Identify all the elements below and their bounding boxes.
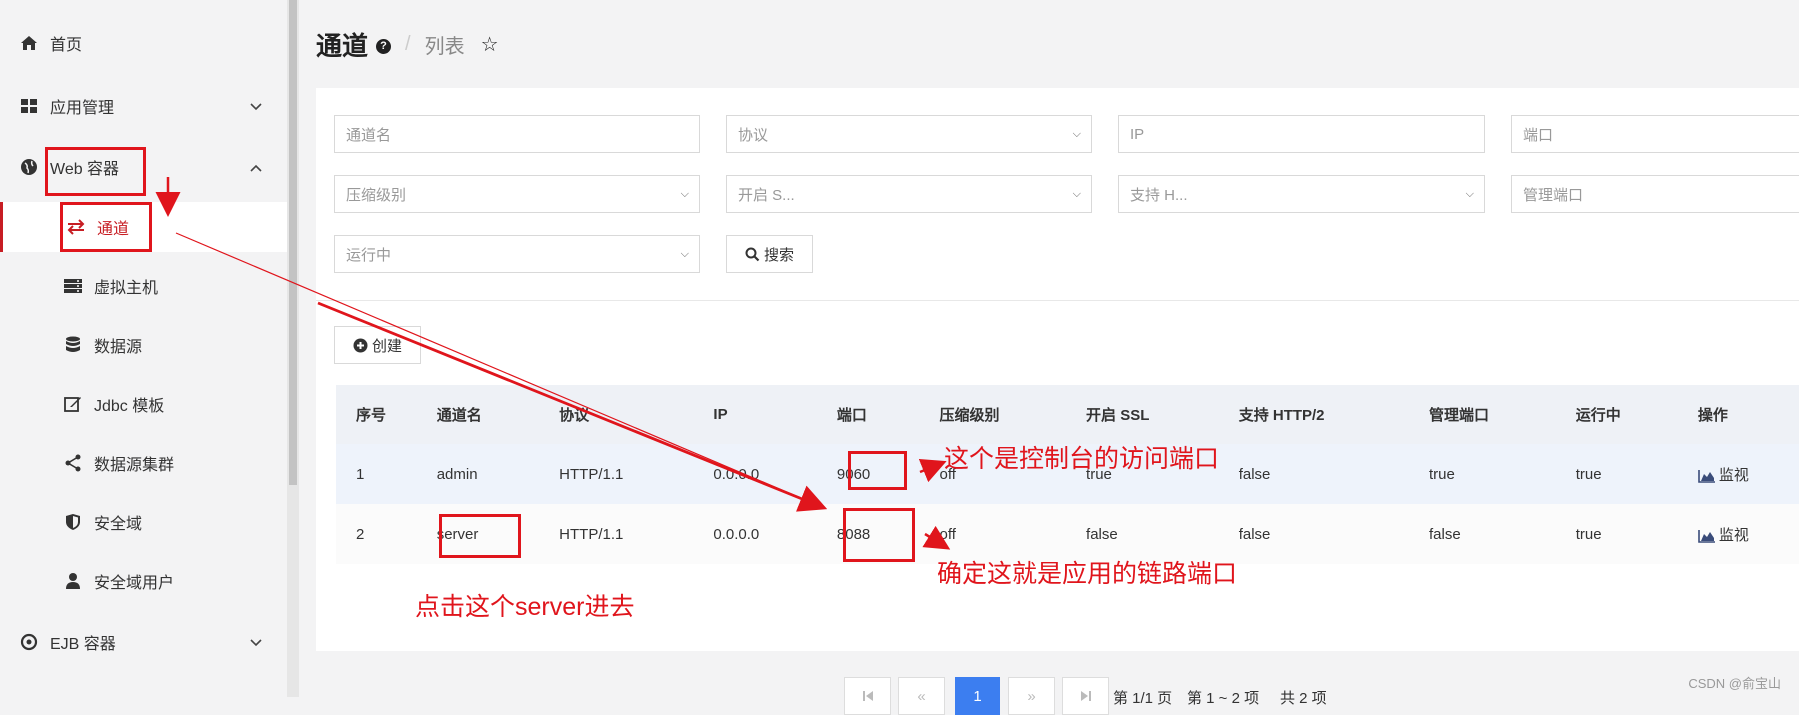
annotation-arrows [155,177,951,550]
arrow-thin [175,232,823,508]
arrow-to-8088 [317,301,828,512]
arrow-note1 [918,459,947,483]
annotation-note-link-port: 确定这就是应用的链路端口 [937,560,1238,588]
annotation-note-click-server: 点击这个server进去 [415,593,635,621]
arrow-note2 [922,525,951,550]
annotation-note-console-port: 这个是控制台的访问端口 [944,445,1220,473]
